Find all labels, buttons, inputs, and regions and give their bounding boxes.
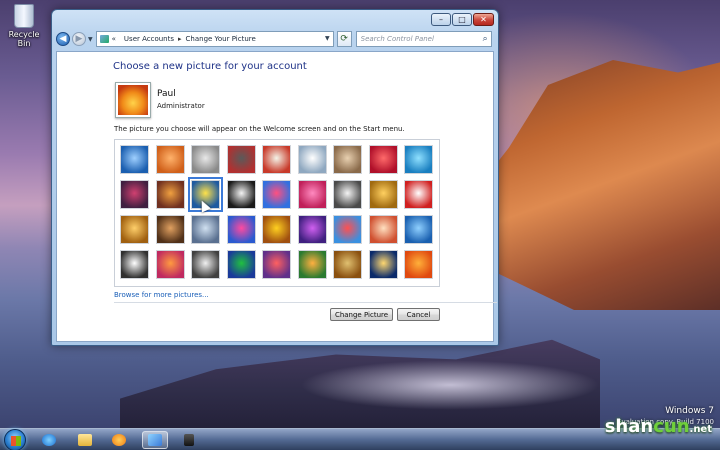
picture-tile-shells[interactable] bbox=[333, 145, 362, 174]
wallpaper-surf bbox=[300, 360, 600, 410]
page-title: Choose a new picture for your account bbox=[113, 61, 307, 72]
content-pane: Choose a new picture for your account Pa… bbox=[56, 51, 497, 342]
picture-tile-stripes[interactable] bbox=[155, 180, 185, 209]
back-button[interactable]: ◀ bbox=[56, 32, 70, 46]
picture-tile-lantern[interactable] bbox=[368, 250, 398, 279]
user-role: Administrator bbox=[157, 102, 205, 110]
picture-tile-ball[interactable] bbox=[120, 180, 149, 209]
picture-tile-window-frame[interactable] bbox=[226, 250, 256, 279]
breadcrumb-separator-icon[interactable]: ▸ bbox=[178, 35, 182, 43]
internet-explorer-icon bbox=[42, 434, 56, 446]
picture-tile-golden-steps[interactable] bbox=[368, 180, 398, 209]
search-box[interactable]: ⌕ bbox=[355, 31, 492, 47]
change-picture-button[interactable]: Change Picture bbox=[330, 308, 393, 321]
change-picture-window: – □ ✕ ◀ ▶ ▼ « User Accounts ▸ Change You… bbox=[51, 9, 499, 346]
control-panel-icon bbox=[99, 35, 109, 43]
picture-tile-flower-red[interactable] bbox=[368, 145, 398, 174]
picture-tile-vinyl[interactable] bbox=[226, 145, 256, 174]
folder-icon bbox=[78, 434, 92, 446]
picture-tile-color-swirl[interactable] bbox=[226, 215, 256, 244]
internet-explorer-taskbar-button[interactable] bbox=[36, 431, 62, 449]
picture-tile-lucky-cat[interactable] bbox=[262, 145, 291, 174]
close-button[interactable]: ✕ bbox=[473, 13, 494, 26]
refresh-button[interactable]: ⟳ bbox=[336, 31, 352, 47]
address-dropdown-icon[interactable]: ▼ bbox=[325, 35, 330, 42]
picture-tile-guitar[interactable] bbox=[120, 215, 149, 244]
browse-more-pictures-link[interactable]: Browse for more pictures... bbox=[114, 291, 209, 299]
picture-tile-spiral[interactable] bbox=[333, 250, 362, 279]
start-button[interactable] bbox=[4, 429, 26, 450]
refresh-icon: ⟳ bbox=[340, 34, 348, 44]
picture-tile-chess[interactable] bbox=[191, 250, 220, 279]
picture-tile-soccer-ball[interactable] bbox=[120, 250, 149, 279]
picture-tile-toy-robot[interactable] bbox=[191, 215, 220, 244]
picture-tile-butterfly[interactable] bbox=[297, 250, 327, 279]
picture-tile-jacks[interactable] bbox=[333, 180, 362, 209]
picture-tile-crayons[interactable] bbox=[262, 180, 291, 209]
picture-tile-pink-star[interactable] bbox=[297, 180, 327, 209]
folder-taskbar-button[interactable] bbox=[72, 431, 98, 449]
picture-tile-sunflower[interactable] bbox=[262, 215, 291, 244]
site-watermark: shancun.net bbox=[604, 416, 712, 437]
picture-tile-dog[interactable] bbox=[226, 180, 256, 209]
recent-pages-dropdown-icon[interactable]: ▼ bbox=[88, 36, 93, 43]
current-user-picture bbox=[115, 82, 151, 118]
breadcrumb-prefix[interactable]: « bbox=[112, 35, 116, 43]
picture-tile-abstract-blue[interactable] bbox=[120, 145, 149, 174]
wallpaper-cliff bbox=[470, 60, 720, 310]
navigation-bar: ◀ ▶ ▼ « User Accounts ▸ Change Your Pict… bbox=[56, 29, 494, 49]
picture-tile-sailboat[interactable] bbox=[404, 215, 433, 244]
picture-tile-robot[interactable] bbox=[191, 145, 220, 174]
user-name: Paul bbox=[157, 89, 176, 99]
search-icon[interactable]: ⌕ bbox=[483, 34, 488, 44]
recycle-bin-icon bbox=[14, 4, 34, 28]
control-panel-icon bbox=[148, 434, 162, 446]
cancel-button[interactable]: Cancel bbox=[397, 308, 440, 321]
picture-tile-origami[interactable] bbox=[404, 180, 433, 209]
picture-tile-patterns[interactable] bbox=[262, 250, 291, 279]
picture-tile-balloon[interactable] bbox=[333, 215, 362, 244]
picture-tile-puppy[interactable] bbox=[155, 215, 185, 244]
recycle-bin-label: Recycle Bin bbox=[8, 30, 40, 48]
picture-description: The picture you choose will appear on th… bbox=[114, 125, 405, 133]
media-player-taskbar-button[interactable] bbox=[106, 431, 132, 449]
picture-tile-doll[interactable] bbox=[368, 215, 398, 244]
picture-tile-pinwheel[interactable] bbox=[404, 145, 433, 174]
picture-tile-orange-flower[interactable] bbox=[404, 250, 433, 279]
caption-buttons: – □ ✕ bbox=[430, 13, 494, 26]
picture-tile-blocks[interactable] bbox=[155, 250, 185, 279]
address-bar[interactable]: « User Accounts ▸ Change Your Picture ▼ bbox=[95, 31, 334, 47]
windows-logo-icon bbox=[11, 436, 21, 446]
media-player-icon bbox=[112, 434, 126, 446]
picture-tile-purple-flower[interactable] bbox=[297, 215, 327, 244]
search-input[interactable] bbox=[360, 35, 471, 43]
recycle-bin[interactable]: Recycle Bin bbox=[4, 4, 44, 48]
control-panel-taskbar-button[interactable] bbox=[142, 431, 168, 449]
divider bbox=[114, 302, 497, 303]
breadcrumb-change-your-picture[interactable]: Change Your Picture bbox=[186, 35, 256, 43]
maximize-button[interactable]: □ bbox=[452, 13, 472, 26]
picture-grid bbox=[114, 139, 440, 287]
forward-button[interactable]: ▶ bbox=[72, 32, 86, 46]
picture-tile-satellite-dish[interactable] bbox=[297, 145, 327, 174]
breadcrumb-user-accounts[interactable]: User Accounts bbox=[124, 35, 174, 43]
picture-tile-starfish[interactable] bbox=[155, 145, 185, 174]
speaker-icon bbox=[184, 434, 194, 446]
minimize-button[interactable]: – bbox=[431, 13, 451, 26]
speaker-taskbar-button[interactable] bbox=[176, 431, 202, 449]
